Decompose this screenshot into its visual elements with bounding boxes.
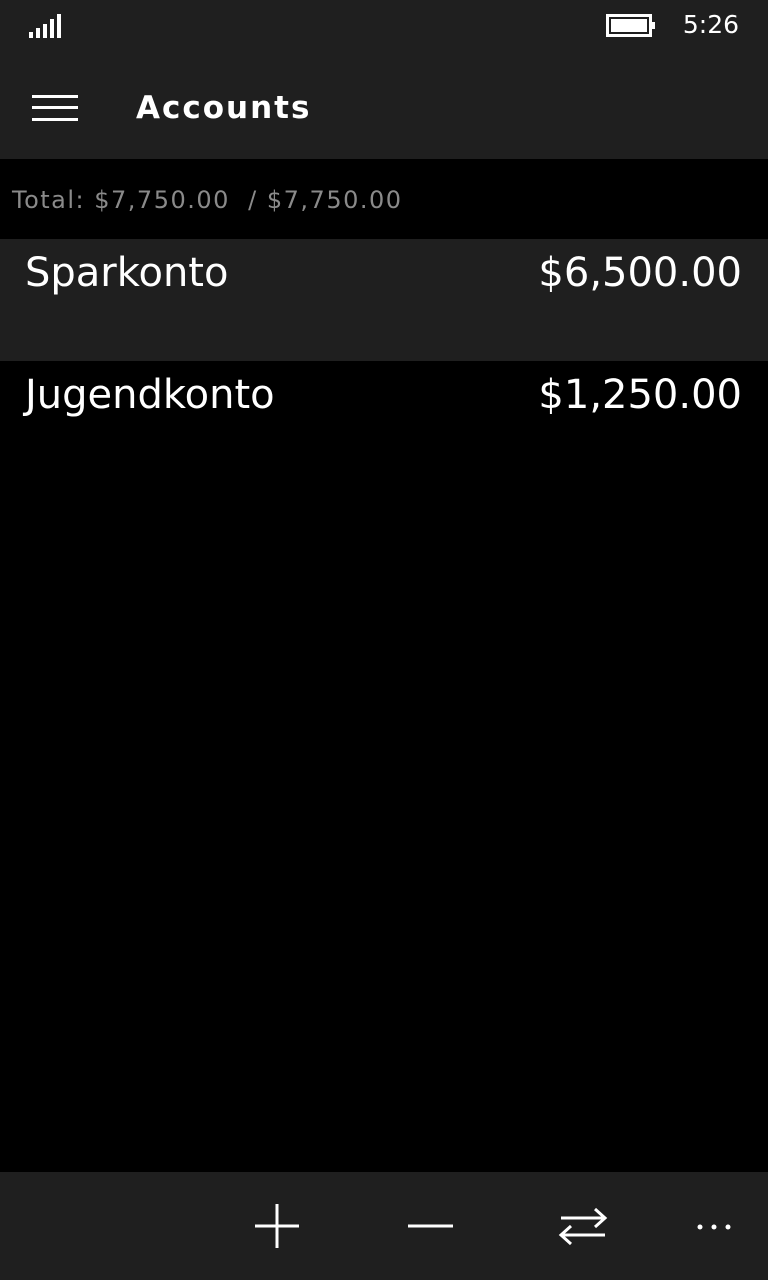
account-name: Jugendkonto <box>25 372 275 418</box>
account-balance: $6,500.00 <box>538 250 742 296</box>
remove-button[interactable] <box>402 1198 458 1254</box>
transfer-button[interactable] <box>555 1198 611 1254</box>
account-name: Sparkonto <box>25 250 229 296</box>
status-time: 5:26 <box>682 10 739 39</box>
account-row-jugendkonto[interactable]: Jugendkonto $1,250.00 <box>0 361 768 483</box>
transfer-icon <box>558 1207 608 1246</box>
add-icon <box>255 1204 299 1248</box>
battery-icon <box>606 14 655 37</box>
app-header <box>0 51 768 159</box>
add-button[interactable] <box>249 1198 305 1254</box>
account-balance: $1,250.00 <box>538 372 742 418</box>
page-title: Accounts <box>136 90 312 126</box>
account-row-sparkonto[interactable]: Sparkonto $6,500.00 <box>0 239 768 361</box>
total-text: Total: $7,750.00 / $7,750.00 <box>12 186 403 214</box>
signal-strength-icon <box>29 14 61 38</box>
more-icon <box>697 1224 731 1230</box>
hamburger-menu-icon[interactable] <box>32 94 78 122</box>
remove-icon <box>408 1224 453 1228</box>
status-bar: 5:26 <box>0 0 768 51</box>
app-bar <box>0 1172 768 1280</box>
more-button[interactable] <box>686 1198 742 1254</box>
